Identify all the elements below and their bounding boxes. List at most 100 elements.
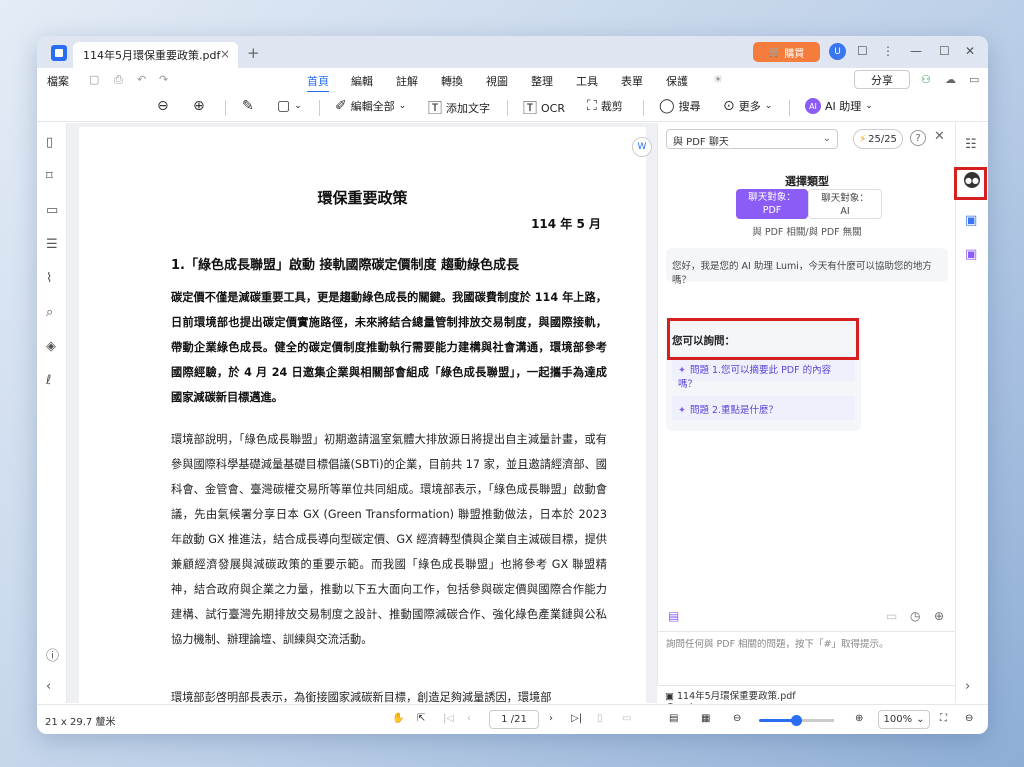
select-tool-icon[interactable]: ⇱ [417, 713, 425, 724]
user-avatar[interactable]: U [829, 43, 846, 60]
menu-convert[interactable]: 轉換 [441, 73, 463, 89]
highlighter-icon: ✎ [242, 98, 254, 114]
left-sidebar: ▯ ⌑ ▭ ☰ ⌇ ⌕ ◈ ℓ ⓘ ‹ [37, 123, 67, 703]
minimize-icon[interactable]: — [910, 44, 922, 58]
help-icon[interactable]: ? [910, 130, 926, 146]
redo-icon[interactable]: ↷ [159, 73, 168, 86]
properties-sliders-icon[interactable]: ☷ [965, 137, 977, 152]
toolbar-divider [507, 100, 508, 116]
zoom-out-icon[interactable]: ⊖ [733, 713, 741, 724]
add-text-button[interactable]: 🅃 添加文字 [428, 98, 490, 118]
zoom-out-button[interactable]: ⊖ [157, 98, 169, 114]
page-number-input[interactable]: 1 /21 [489, 710, 539, 729]
lightbulb-icon[interactable]: ☀ [713, 73, 723, 86]
buy-label: 購買 [784, 48, 805, 60]
next-page-icon[interactable]: › [549, 713, 553, 724]
scroll-mode-icon[interactable]: ▦ [701, 713, 710, 724]
ai-translate-icon[interactable]: ▣ [965, 213, 977, 228]
chat-mode-select[interactable]: 與 PDF 聊天 ⌄ [666, 129, 838, 149]
zoom-in-icon[interactable]: ⊕ [855, 713, 863, 724]
collab-icon[interactable]: ⚇ [921, 73, 931, 86]
fit-page-icon[interactable]: ▭ [622, 713, 631, 724]
undo-icon[interactable]: ↶ [137, 73, 146, 86]
single-page-icon[interactable]: ▯ [597, 713, 603, 724]
new-chat-icon[interactable]: ⊕ [934, 609, 944, 623]
help-icon[interactable]: ⓘ [46, 645, 59, 664]
tab-close-icon[interactable]: × [220, 47, 230, 61]
comment-icon[interactable]: ▭ [46, 203, 58, 218]
prev-page-icon[interactable]: ‹ [467, 713, 471, 724]
chat-tools-row: ▤ ▭ ◷ ⊕ [666, 609, 948, 629]
close-window-icon[interactable]: ✕ [965, 44, 975, 58]
suggested-question-2[interactable]: ✦ 問題 2.重點是什麼？ [672, 396, 855, 420]
document-viewport[interactable]: W 環保重要政策 114 年 5 月 1.「綠色成長聯盟」啟動 接軌國際碳定價制… [67, 123, 657, 703]
question-2-label: 問題 2.重點是什麼？ [689, 405, 779, 416]
more-menu-icon[interactable]: ⋮ [882, 44, 894, 58]
close-panel-icon[interactable]: ✕ [934, 129, 945, 144]
thumbnail-icon[interactable]: ▯ [46, 135, 53, 150]
collapse-left-icon[interactable]: ‹ [46, 679, 51, 694]
zoom-select[interactable]: 100% ⌄ [878, 710, 930, 729]
bookmark-icon[interactable]: ⌑ [46, 169, 53, 184]
cart-icon: 🛒 [768, 46, 782, 58]
menu-tools[interactable]: 工具 [576, 73, 598, 89]
feedback-icon[interactable]: ☐ [857, 44, 868, 58]
document-tab[interactable]: 114年5月環保重要政策.pdf × [73, 42, 238, 68]
layers-icon[interactable]: ◈ [46, 339, 56, 354]
toolbar-divider [643, 100, 644, 116]
chat-mode-value: 與 PDF 聊天 [673, 137, 729, 148]
suggested-question-1[interactable]: ✦ 問題 1.您可以摘要此 PDF 的內容嗎？ [672, 355, 855, 390]
menu-home[interactable]: 首頁 [307, 73, 329, 93]
type-ai-line2: AI [840, 206, 850, 217]
menu-protect[interactable]: 保護 [666, 73, 688, 89]
collapse-right-icon[interactable]: › [965, 679, 970, 694]
shape-button[interactable]: ▢ ⌄ [277, 98, 302, 114]
menu-file[interactable]: 檔案 [47, 73, 69, 89]
maximize-icon[interactable]: ☐ [939, 44, 950, 58]
toolbar-divider [319, 100, 320, 116]
print-icon[interactable]: ⎙ [114, 73, 123, 87]
new-tab-button[interactable]: + [247, 44, 260, 62]
type-pdf-button[interactable]: 聊天對象： PDF [736, 189, 808, 219]
ai-bot-icon[interactable]: ●● [964, 172, 980, 188]
first-page-icon[interactable]: |◁ [443, 713, 454, 724]
menu-edit[interactable]: 編輯 [351, 73, 373, 89]
translate-icon[interactable]: W [632, 137, 652, 157]
more-options-icon[interactable]: ⊖ [965, 713, 973, 724]
type-ai-button[interactable]: 聊天對象： AI [808, 189, 882, 219]
search-icon[interactable]: ⌕ [46, 305, 53, 320]
ai-check-icon[interactable]: ▣ [965, 247, 977, 262]
menu-annotate[interactable]: 註解 [396, 73, 418, 89]
menu-organize[interactable]: 整理 [531, 73, 553, 89]
layers-list-icon[interactable]: ☰ [46, 237, 58, 252]
save-icon[interactable]: ▢ [89, 73, 99, 86]
crop-button[interactable]: ⛶ 裁剪 [587, 98, 623, 114]
ai-assistant-button[interactable]: AI AI 助理 ⌄ [805, 98, 873, 114]
panel-toggle-icon[interactable]: ▭ [969, 73, 979, 86]
ocr-button[interactable]: 🅃 OCR [523, 98, 565, 118]
last-page-icon[interactable]: ▷| [571, 713, 582, 724]
ai-chat-panel: 與 PDF 聊天 ⌄ ⚡ 25/25 ? ✕ 選擇類型 聊天對象： PDF 聊天… [657, 123, 956, 707]
search-button[interactable]: ◯ 搜尋 [659, 98, 701, 114]
prompt-template-icon[interactable]: ▤ [668, 609, 679, 623]
toolbar: ⊖ ⊕ ✎ ▢ ⌄ ✐ 編輯全部 ⌄ 🅃 添加文字 🅃 OCR ⛶ 裁剪 ◯ 搜尋 ⊙ 更多 ⌄ … [37, 92, 988, 122]
page-layout-icon[interactable]: ▤ [669, 713, 678, 724]
menu-forms[interactable]: 表單 [621, 73, 643, 89]
more-button[interactable]: ⊙ 更多 ⌄ [723, 98, 772, 114]
right-toolstrip: ☷ ●● ▣ ▣ › [955, 123, 988, 703]
highlight-button[interactable]: ✎ [242, 98, 254, 114]
attachment-icon[interactable]: ⌇ [46, 271, 52, 286]
cloud-upload-icon[interactable]: ☁ [945, 73, 956, 86]
menu-view[interactable]: 視圖 [486, 73, 508, 89]
zoom-slider-handle[interactable] [791, 715, 802, 726]
share-button[interactable]: 分享 [854, 70, 910, 89]
edit-all-button[interactable]: ✐ 編輯全部 ⌄ [335, 98, 406, 114]
file-icon: ▣ [665, 691, 677, 702]
zoom-in-button[interactable]: ⊕ [193, 98, 205, 114]
hand-tool-icon[interactable]: ✋ [392, 713, 404, 724]
copy-icon[interactable]: ▭ [886, 609, 897, 623]
signature-icon[interactable]: ℓ [46, 373, 51, 388]
fullscreen-icon[interactable]: ⛶ [940, 713, 947, 724]
buy-button[interactable]: 🛒 購買 [753, 42, 820, 62]
history-icon[interactable]: ◷ [910, 609, 920, 623]
